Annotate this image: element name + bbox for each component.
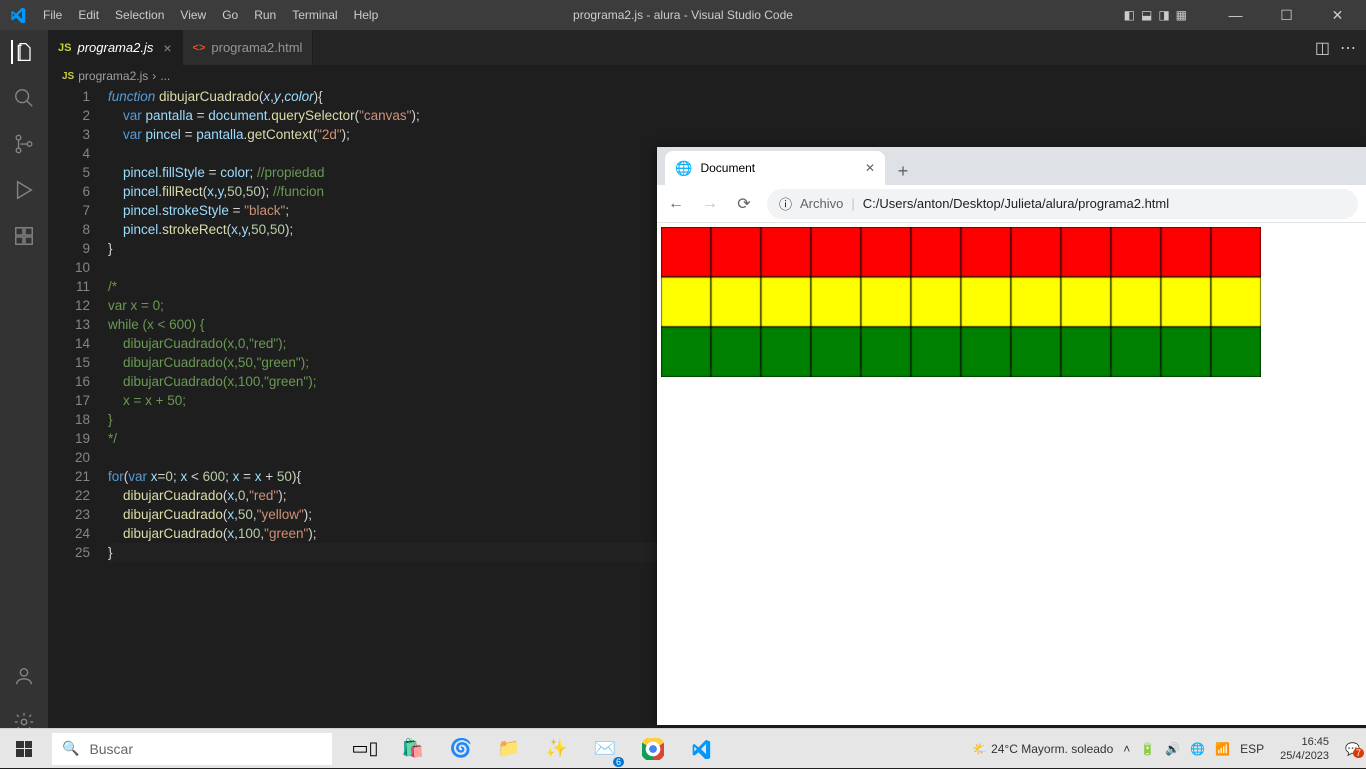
- menu-help[interactable]: Help: [346, 8, 387, 22]
- globe-icon: 🌐: [675, 160, 692, 177]
- more-actions-icon[interactable]: ⋯: [1340, 38, 1356, 58]
- taskbar-search[interactable]: 🔍 Buscar: [52, 733, 332, 765]
- volume-icon[interactable]: 🔊: [1165, 742, 1180, 756]
- language-indicator[interactable]: ESP: [1240, 742, 1264, 756]
- start-button[interactable]: [0, 729, 48, 769]
- browser-tabstrip: 🌐 Document ✕ +: [657, 147, 1366, 185]
- browser-toolbar: ← → ⟳ ⓘ Archivo | C:/Users/anton/Desktop…: [657, 185, 1366, 223]
- taskbar-apps: ▭▯ 🛍️ 🌀 📁 ✨ ✉️6: [342, 729, 724, 769]
- weather-widget[interactable]: 🌤️ 24°C Mayorm. soleado: [973, 742, 1113, 756]
- tab-programa2-js[interactable]: JS programa2.js ×: [48, 30, 183, 65]
- search-icon: 🔍: [62, 740, 79, 757]
- network-icon[interactable]: 🌐: [1190, 742, 1205, 756]
- mail-icon[interactable]: ✉️6: [582, 729, 628, 769]
- search-icon[interactable]: [12, 86, 36, 110]
- chevron-right-icon: ›: [152, 69, 156, 83]
- clock[interactable]: 16:45 25/4/2023: [1274, 735, 1335, 763]
- close-window-button[interactable]: ✕: [1315, 7, 1360, 24]
- address-source-label: Archivo: [800, 196, 843, 211]
- html-file-icon: <>: [193, 42, 206, 54]
- menu-run[interactable]: Run: [246, 8, 284, 22]
- breadcrumb-rest: ...: [160, 69, 170, 83]
- activity-bar: [0, 30, 48, 746]
- vscode-logo-icon: [0, 7, 35, 23]
- explorer-icon[interactable]: [11, 40, 35, 64]
- source-control-icon[interactable]: [12, 132, 36, 156]
- js-file-icon: JS: [62, 71, 74, 82]
- windows-logo-icon: [16, 741, 32, 757]
- toggle-primary-sidebar-icon[interactable]: ◧: [1124, 8, 1135, 22]
- tab-label: programa2.html: [211, 40, 302, 55]
- maximize-button[interactable]: ☐: [1264, 7, 1309, 24]
- extensions-icon[interactable]: [12, 224, 36, 248]
- customize-layout-icon[interactable]: ▦: [1176, 8, 1187, 22]
- js-file-icon: JS: [58, 42, 71, 54]
- system-tray: 🌤️ 24°C Mayorm. soleado ˄ 🔋 🔊 🌐 📶 ESP 16…: [973, 735, 1366, 763]
- edge-icon[interactable]: 🌀: [438, 729, 484, 769]
- forward-icon[interactable]: →: [699, 195, 721, 213]
- layout-controls: ◧ ⬓ ◨ ▦: [1124, 8, 1187, 22]
- new-tab-button[interactable]: +: [889, 157, 917, 185]
- breadcrumb-file: programa2.js: [78, 69, 148, 83]
- battery-icon[interactable]: 🔋: [1140, 742, 1155, 756]
- chrome-icon[interactable]: [630, 729, 676, 769]
- browser-window: 🌐 Document ✕ + ← → ⟳ ⓘ Archivo | C:/User…: [657, 147, 1366, 725]
- close-tab-icon[interactable]: ×: [163, 40, 171, 56]
- tab-programa2-html[interactable]: <> programa2.html: [183, 30, 314, 65]
- wifi-icon[interactable]: 📶: [1215, 742, 1230, 756]
- file-explorer-icon[interactable]: 📁: [486, 729, 532, 769]
- menu-view[interactable]: View: [172, 8, 214, 22]
- toggle-panel-icon[interactable]: ⬓: [1141, 8, 1152, 22]
- info-icon: ⓘ: [779, 194, 792, 213]
- notifications-icon[interactable]: 💬7: [1345, 742, 1360, 756]
- menu-terminal[interactable]: Terminal: [284, 8, 345, 22]
- task-view-icon[interactable]: ▭▯: [342, 729, 388, 769]
- browser-viewport: [657, 223, 1366, 725]
- copilot-icon[interactable]: ✨: [534, 729, 580, 769]
- microsoft-store-icon[interactable]: 🛍️: [390, 729, 436, 769]
- window-title: programa2.js - alura - Visual Studio Cod…: [573, 8, 793, 22]
- tab-label: programa2.js: [77, 40, 153, 55]
- back-icon[interactable]: ←: [665, 195, 687, 213]
- tray-chevron-icon[interactable]: ˄: [1123, 742, 1130, 756]
- accounts-icon[interactable]: [12, 664, 36, 688]
- menu-edit[interactable]: Edit: [70, 8, 107, 22]
- menu-bar: File Edit Selection View Go Run Terminal…: [35, 8, 386, 22]
- run-debug-icon[interactable]: [12, 178, 36, 202]
- toggle-secondary-sidebar-icon[interactable]: ◨: [1158, 8, 1169, 22]
- reload-icon[interactable]: ⟳: [733, 194, 755, 214]
- browser-tab-title: Document: [700, 161, 755, 175]
- address-bar[interactable]: ⓘ Archivo | C:/Users/anton/Desktop/Julie…: [767, 189, 1358, 219]
- minimize-button[interactable]: —: [1213, 7, 1258, 23]
- browser-tab[interactable]: 🌐 Document ✕: [665, 151, 885, 185]
- close-tab-icon[interactable]: ✕: [865, 161, 875, 175]
- windows-taskbar: 🔍 Buscar ▭▯ 🛍️ 🌀 📁 ✨ ✉️6 🌤️ 24°C Mayorm.…: [0, 728, 1366, 768]
- menu-selection[interactable]: Selection: [107, 8, 172, 22]
- search-placeholder: Buscar: [89, 741, 133, 757]
- breadcrumb[interactable]: JS programa2.js › ...: [48, 65, 1366, 87]
- menu-file[interactable]: File: [35, 8, 70, 22]
- address-url: C:/Users/anton/Desktop/Julieta/alura/pro…: [863, 196, 1169, 211]
- titlebar: File Edit Selection View Go Run Terminal…: [0, 0, 1366, 30]
- split-editor-icon[interactable]: ◫: [1315, 38, 1330, 58]
- vscode-taskbar-icon[interactable]: [678, 729, 724, 769]
- editor-tabs: JS programa2.js × <> programa2.html ◫ ⋯: [48, 30, 1366, 65]
- line-gutter: 1234567891011121314151617181920212223242…: [48, 87, 108, 562]
- page-canvas: [661, 227, 1261, 377]
- menu-go[interactable]: Go: [214, 8, 246, 22]
